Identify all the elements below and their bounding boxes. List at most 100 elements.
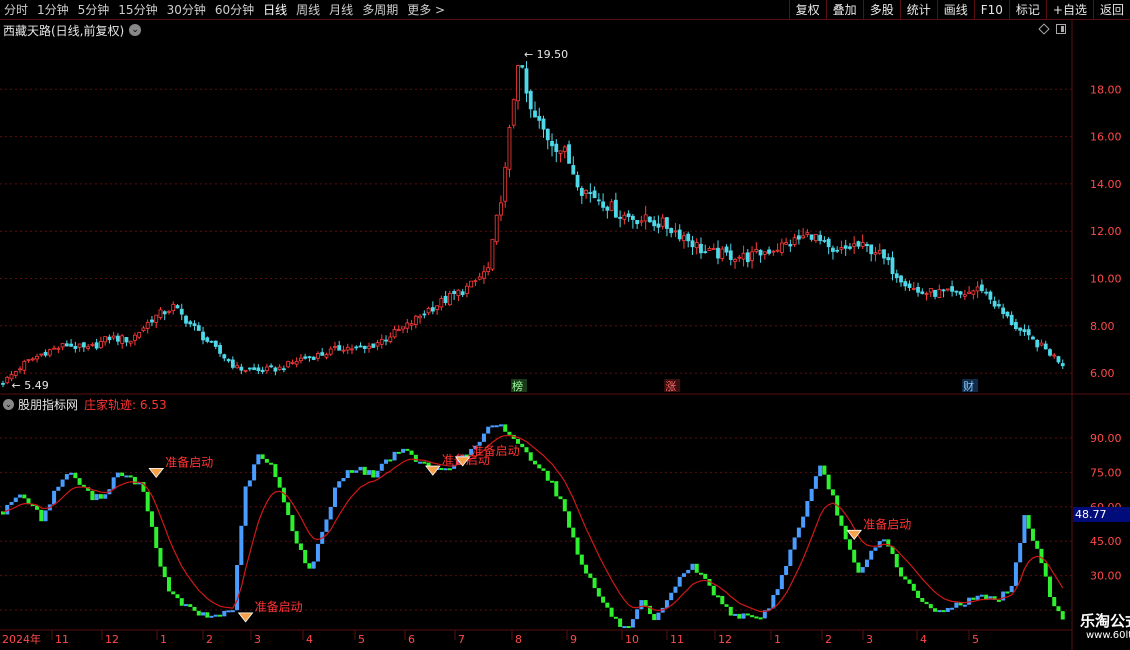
candle-body <box>456 289 461 297</box>
indicator-bar <box>545 470 550 481</box>
indicator-bar <box>218 614 223 617</box>
toolbar-button[interactable]: 复权 <box>788 0 826 20</box>
candle-body <box>124 337 129 343</box>
toolbar-button[interactable]: +自选 <box>1045 0 1093 20</box>
main-chart-title[interactable]: 西藏天路(日线,前复权) ⌄ <box>3 22 142 38</box>
indicator-bar <box>852 549 857 563</box>
period-tab[interactable]: 60分钟 <box>215 0 254 20</box>
candle-body <box>22 361 27 371</box>
chevron-down-icon[interactable]: ⌄ <box>129 24 142 36</box>
candle-body <box>247 367 252 370</box>
toolbar-button[interactable]: 标记 <box>1008 0 1046 20</box>
candle-body <box>43 351 48 356</box>
candle-body <box>899 275 903 283</box>
candle-body <box>911 288 916 290</box>
indicator-bar <box>813 476 818 489</box>
candle-body <box>171 303 176 312</box>
period-tab[interactable]: 月线 <box>329 0 353 20</box>
candle-body <box>584 189 588 194</box>
panel-icons <box>1038 23 1066 35</box>
period-tab[interactable]: 分时 <box>4 0 28 20</box>
candle-body <box>716 247 720 259</box>
indicator-bar <box>737 613 742 619</box>
candle-body <box>477 276 482 280</box>
candle-body <box>311 356 316 360</box>
candle-body <box>443 295 448 304</box>
candle-body <box>81 342 86 348</box>
candle-body <box>269 365 274 368</box>
candle-body <box>328 348 333 355</box>
toolbar-button[interactable]: F10 <box>973 0 1009 20</box>
toolbar-button[interactable]: 统计 <box>899 0 937 20</box>
toolbar-button[interactable]: 叠加 <box>825 0 863 20</box>
candle-body <box>962 294 967 297</box>
x-tick-label: 1 <box>774 633 781 646</box>
indicator-bar <box>903 576 908 580</box>
candle-body <box>243 369 248 372</box>
indicator-bar <box>1001 591 1006 601</box>
candle-body <box>950 286 954 292</box>
indicator-bar <box>362 466 367 475</box>
candle-body <box>86 346 91 349</box>
candle-body <box>107 336 112 341</box>
indicator-bar <box>498 424 503 427</box>
panel-toggle-icon[interactable] <box>1056 24 1066 34</box>
candle-body <box>720 248 725 259</box>
chevron-down-icon[interactable]: ⌄ <box>3 398 14 410</box>
y-tick-label: 8.00 <box>1090 320 1115 333</box>
max-price-label: ← 19.50 <box>524 48 568 61</box>
period-tab[interactable]: 30分钟 <box>167 0 206 20</box>
diamond-icon[interactable] <box>1038 23 1050 35</box>
y-tick-label: 90.00 <box>1090 432 1122 445</box>
event-marker: 涨 <box>665 380 676 393</box>
candle-body <box>290 362 295 364</box>
candle-body <box>39 353 44 356</box>
indicator-bar <box>750 615 755 618</box>
event-marker: 财 <box>963 379 974 393</box>
indicator-name: 股朋指标网 <box>18 397 79 412</box>
indicator-title[interactable]: ⌄ 股朋指标网 庄家轨迹: 6.53 <box>3 396 167 412</box>
candle-body <box>154 314 159 323</box>
indicator-bar <box>601 596 606 603</box>
candle-body <box>567 144 571 164</box>
indicator-bar <box>796 527 801 538</box>
indicator-bar <box>681 573 686 577</box>
period-tab[interactable]: 15分钟 <box>118 0 157 20</box>
period-tab[interactable]: 多周期 <box>362 0 398 20</box>
toolbar-button[interactable]: 返回 <box>1092 0 1130 20</box>
period-tab[interactable]: 更多 > <box>407 0 445 20</box>
indicator-bar <box>481 433 486 442</box>
toolbar-button[interactable]: 多股 <box>862 0 900 20</box>
toolbar-button[interactable]: 画线 <box>936 0 974 20</box>
period-tab[interactable]: 1分钟 <box>37 0 69 20</box>
annotation-label: 准备启动 <box>255 600 303 614</box>
candle-body <box>469 280 474 288</box>
indicator-bar <box>830 489 835 496</box>
period-tab[interactable]: 日线 <box>263 0 287 20</box>
period-tab[interactable]: 5分钟 <box>78 0 110 20</box>
candle-body <box>47 349 52 356</box>
candle-body <box>626 213 631 218</box>
indicator-bar <box>558 496 563 500</box>
indicator-bar <box>286 502 291 516</box>
candle-body <box>575 174 580 188</box>
indicator-bar <box>643 600 648 606</box>
candle-body <box>52 347 56 350</box>
x-tick-label: 12 <box>105 633 119 646</box>
candle-body <box>920 291 925 294</box>
indicator-bar <box>592 577 597 589</box>
indicator-bar <box>328 506 333 520</box>
indicator-bar <box>877 541 882 548</box>
candle-body <box>73 346 78 349</box>
indicator-bar <box>1013 562 1018 586</box>
indicator-bar <box>779 575 784 590</box>
x-tick-label: 8 <box>515 633 522 646</box>
candle-body <box>558 150 563 154</box>
period-tab[interactable]: 周线 <box>296 0 320 20</box>
candle-body <box>524 68 529 94</box>
candle-body <box>235 365 239 369</box>
indicator-bar <box>115 472 120 478</box>
candle-body <box>945 288 950 291</box>
candle-body <box>111 335 116 339</box>
indicator-bar <box>205 612 210 618</box>
